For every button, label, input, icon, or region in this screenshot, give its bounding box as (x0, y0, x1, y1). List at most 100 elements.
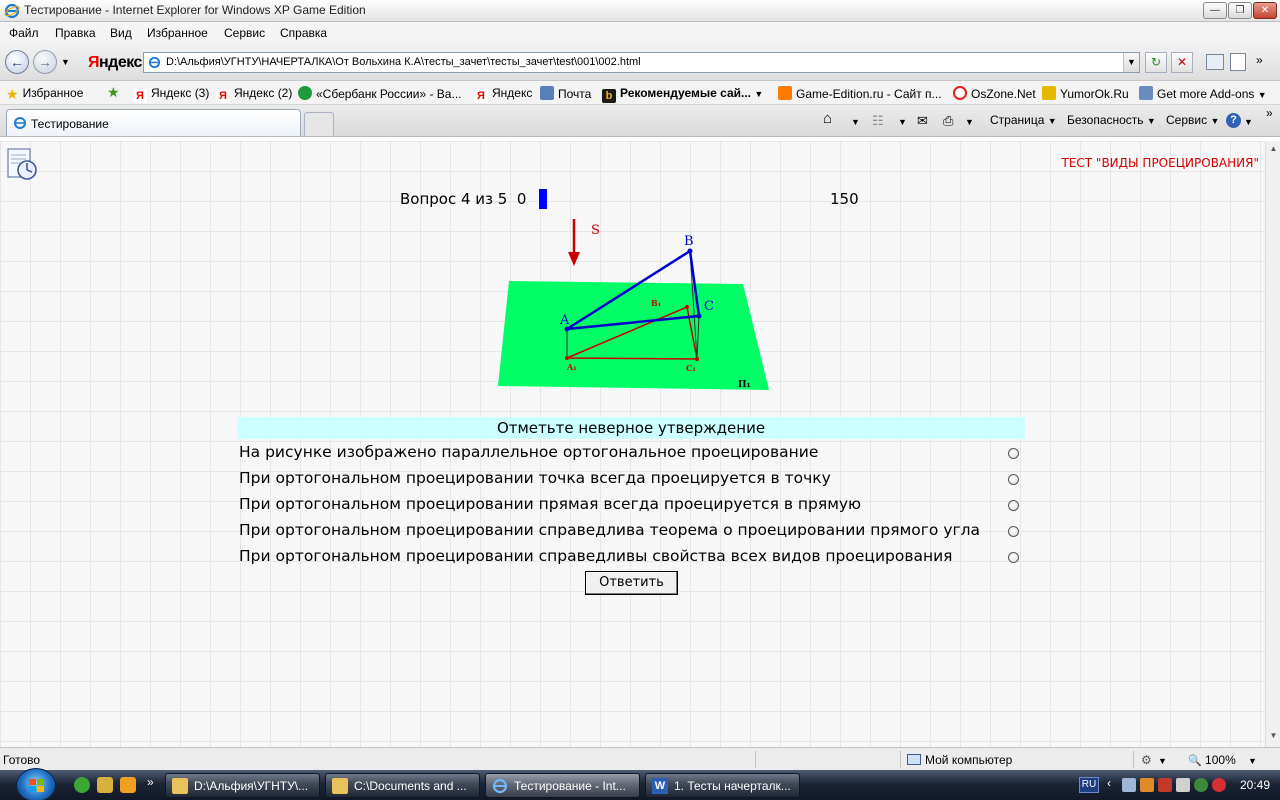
timer-icon[interactable] (6, 147, 38, 181)
answer-radio-1[interactable] (1008, 448, 1019, 459)
menu-help[interactable]: Справка (280, 26, 327, 40)
home-dropdown-icon[interactable]: ▼ (851, 117, 860, 127)
fav-yumorok[interactable]: YumorOk.Ru (1042, 86, 1129, 101)
favorites-button[interactable]: ★ Избранное (6, 86, 83, 102)
addons-icon (1139, 86, 1153, 100)
utorrent-icon[interactable] (74, 777, 90, 793)
chevron-down-icon: ▼ (1257, 90, 1267, 100)
task-folder-documents[interactable]: C:\Documents and ... (325, 773, 480, 798)
label-a: A (559, 313, 570, 328)
answer-radio-2[interactable] (1008, 474, 1019, 485)
minimize-button[interactable]: — (1203, 2, 1227, 19)
clock[interactable]: 20:49 (1240, 778, 1270, 792)
recent-pages-dropdown[interactable]: ▼ (61, 57, 70, 67)
submit-answer-button[interactable]: Ответить (585, 571, 678, 595)
stop-button[interactable]: ✕ (1171, 52, 1193, 73)
commandbar-more-icon[interactable]: » (1266, 106, 1273, 120)
menu-tools[interactable]: Сервис (224, 26, 265, 40)
refresh-button[interactable]: ↻ (1145, 52, 1167, 73)
address-dropdown-icon[interactable]: ▼ (1123, 53, 1139, 72)
read-mail-icon[interactable]: ✉ (917, 113, 928, 129)
network-icon[interactable] (1122, 778, 1136, 792)
fav-recommended-sites[interactable]: b Рекомендуемые сай... ▼ (602, 86, 763, 103)
quicklaunch-more-icon[interactable]: » (147, 775, 154, 789)
toolbar-more-icon[interactable]: » (1256, 53, 1263, 67)
security-zone: Мой компьютер (907, 753, 1012, 767)
fav-yandex-2[interactable]: Я Яндекс (2) (216, 86, 292, 103)
menu-edit[interactable]: Правка (55, 26, 96, 40)
mail-icon[interactable] (1206, 54, 1224, 70)
point-b (687, 248, 693, 254)
fav-label: Рекомендуемые сай... (620, 86, 751, 100)
label-b: B (684, 234, 694, 249)
label-s: S (591, 223, 600, 238)
answer-radio-3[interactable] (1008, 500, 1019, 511)
antivirus-icon[interactable] (1194, 778, 1208, 792)
quicklaunch-app-icon[interactable] (120, 777, 136, 793)
tools-menu-label: Сервис (1166, 113, 1208, 127)
answer-radio-4[interactable] (1008, 526, 1019, 537)
pdf-tray-icon[interactable] (1158, 778, 1172, 792)
language-indicator[interactable]: RU (1079, 777, 1099, 793)
fav-yandex-3[interactable]: Я Яндекс (3) (133, 86, 209, 103)
menu-file[interactable]: Файл (9, 26, 39, 40)
back-button[interactable]: ← (5, 50, 29, 74)
question-prompt: Отметьте неверное утверждение (237, 417, 1025, 439)
tray-app-icon[interactable] (1140, 778, 1154, 792)
status-divider (755, 751, 756, 768)
projection-figure: S A B C A₁ B₁ C₁ П₁ (498, 219, 769, 390)
task-folder-alfiya[interactable]: D:\Альфия\УГНТУ\... (165, 773, 320, 798)
zoom-control[interactable]: 🔍 100% (1188, 753, 1236, 767)
maximize-button[interactable]: ❐ (1228, 2, 1252, 19)
tray-expand-icon[interactable]: ‹ (1107, 776, 1111, 790)
task-ie-testing[interactable]: Тестирование - Int... (485, 773, 640, 798)
chevron-down-icon[interactable]: ▼ (1158, 756, 1167, 766)
tray-alert-icon[interactable] (1212, 778, 1226, 792)
fav-label: YumorOk.Ru (1060, 87, 1129, 101)
fav-label: Яндекс (3) (151, 86, 210, 100)
tools-menu[interactable]: Сервис ▼ (1166, 113, 1219, 127)
print-dropdown-icon[interactable]: ▼ (965, 117, 974, 127)
add-favorite-icon[interactable]: ★ (107, 84, 120, 101)
task-word-document[interactable]: W 1. Тесты начерталк... (645, 773, 800, 798)
notes-icon[interactable] (1230, 53, 1246, 71)
address-field[interactable]: D:\Альфия\УГНТУ\НАЧЕРТАЛКА\От Вольхина К… (143, 52, 1140, 73)
forward-button[interactable]: → (33, 50, 57, 74)
menu-view[interactable]: Вид (110, 26, 132, 40)
help-icon[interactable]: ? (1226, 113, 1241, 128)
paint-icon[interactable] (97, 777, 113, 793)
taskbar: » D:\Альфия\УГНТУ\... C:\Documents and .… (0, 768, 1280, 800)
menu-favorites[interactable]: Избранное (147, 26, 208, 40)
fav-mail[interactable]: Почта (540, 86, 591, 101)
feeds-dropdown-icon[interactable]: ▼ (898, 117, 907, 127)
game-edition-icon (778, 86, 792, 100)
protected-mode-icon[interactable]: ⚙ (1141, 753, 1152, 767)
vertical-scrollbar[interactable]: ▲ ▼ (1265, 141, 1280, 747)
help-dropdown-icon[interactable]: ▼ (1244, 117, 1253, 127)
zoom-dropdown-icon[interactable]: ▼ (1248, 756, 1257, 766)
scroll-down-icon[interactable]: ▼ (1268, 731, 1279, 742)
safety-menu-label: Безопасность (1067, 113, 1144, 127)
fav-oszone[interactable]: OsZone.Net (953, 86, 1036, 101)
fav-game-edition[interactable]: Game-Edition.ru - Сайт п... (778, 86, 942, 101)
fav-yandex[interactable]: Я Яндекс (474, 86, 532, 103)
volume-icon[interactable] (1176, 778, 1190, 792)
fav-label: Яндекс (492, 86, 533, 100)
progress-bar (539, 189, 547, 209)
tab-testing[interactable]: Тестирование (6, 109, 301, 136)
print-icon[interactable]: ⎙ (943, 113, 953, 129)
home-icon[interactable]: ⌂ (823, 110, 832, 127)
page-menu[interactable]: Страница ▼ (990, 113, 1057, 127)
new-tab-button[interactable] (304, 112, 334, 136)
fav-sberbank[interactable]: «Сбербанк России» - Ва... (298, 86, 461, 101)
start-button[interactable] (16, 768, 56, 800)
menu-bar: Файл Правка Вид Избранное Сервис Справка (0, 22, 1280, 43)
scroll-up-icon[interactable]: ▲ (1268, 144, 1279, 155)
close-window-button[interactable]: ✕ (1253, 2, 1277, 19)
fav-get-addons[interactable]: Get more Add-ons ▼ (1139, 86, 1267, 101)
safety-menu[interactable]: Безопасность ▼ (1067, 113, 1156, 127)
point-c1 (695, 357, 699, 361)
fav-label: Get more Add-ons (1157, 87, 1255, 101)
feeds-icon[interactable]: ☷ (872, 113, 884, 129)
answer-radio-5[interactable] (1008, 552, 1019, 563)
